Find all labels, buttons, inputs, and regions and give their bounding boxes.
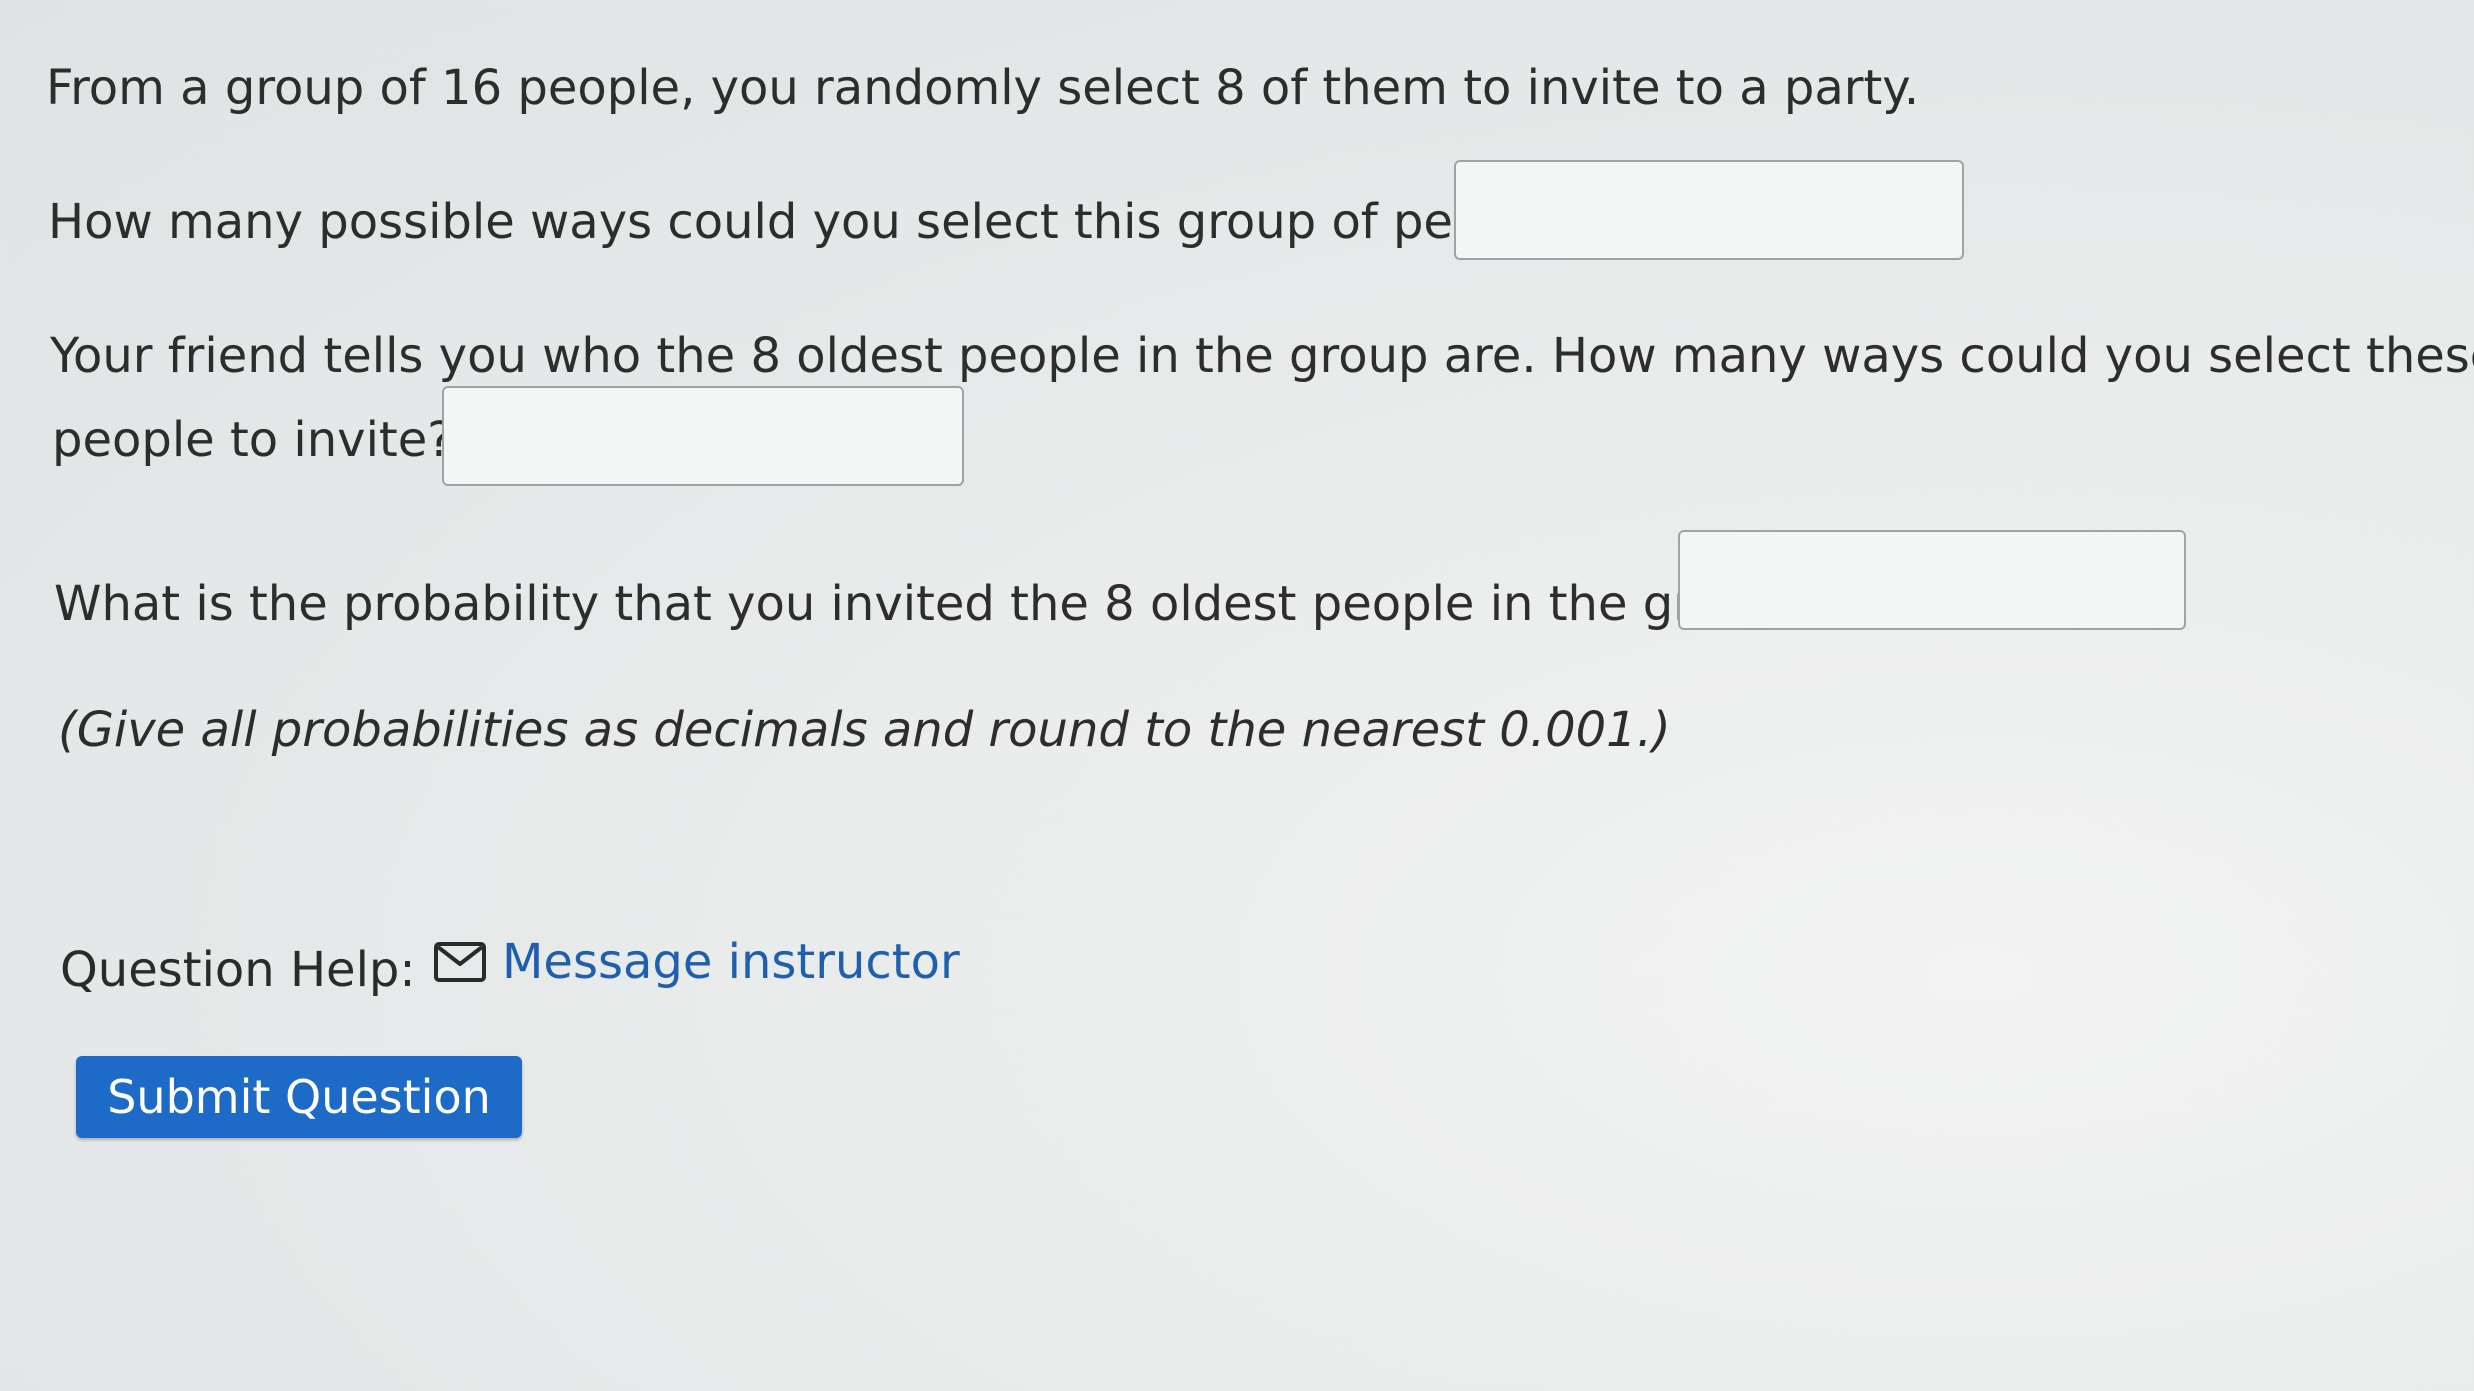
message-instructor-link[interactable]: Message instructor [434,932,960,992]
message-instructor-label: Message instructor [502,934,960,990]
rounding-note: (Give all probabilities as decimals and … [58,702,1671,758]
mail-icon [434,942,486,982]
answer-3-input[interactable] [1678,530,2186,630]
question-3-text: What is the probability that you invited… [54,576,1808,632]
question-1-text: How many possible ways could you select … [48,194,1582,250]
question-2-text-line2: people to invite? [52,412,453,468]
question-help-label: Question Help: [60,942,416,998]
question-intro: From a group of 16 people, you randomly … [46,60,1920,116]
question-2-text-line1: Your friend tells you who the 8 oldest p… [50,328,2474,384]
answer-1-input[interactable] [1454,160,1964,260]
answer-2-input[interactable] [442,386,964,486]
submit-question-button[interactable]: Submit Question [76,1056,522,1138]
question-page: From a group of 16 people, you randomly … [0,0,2474,1391]
